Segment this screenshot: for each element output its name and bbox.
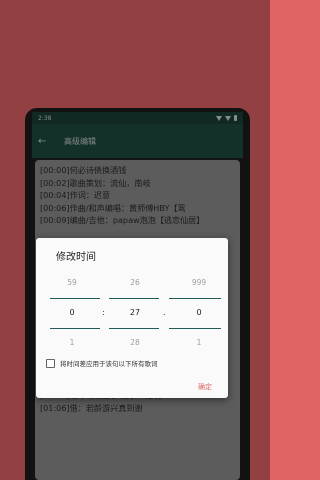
minute-picker[interactable]: 59 0 1: [52, 268, 92, 358]
dialog-title: 修改时间: [56, 252, 96, 263]
picker-separator: .: [163, 308, 166, 317]
picker-prev-value[interactable]: 999: [179, 268, 219, 298]
picker-selected-value[interactable]: 0: [52, 298, 92, 328]
picker-selected-value[interactable]: 27: [115, 298, 155, 328]
picker-next-value[interactable]: 1: [179, 328, 219, 358]
second-picker[interactable]: 26 27 28: [115, 268, 155, 358]
apply-below-checkbox[interactable]: [46, 358, 55, 368]
picker-next-value[interactable]: 28: [115, 328, 155, 358]
time-picker: 59 0 1 : 26 27 28 . 999 0 1: [36, 268, 228, 358]
millisecond-picker[interactable]: 999 0 1: [179, 268, 219, 358]
apply-below-label: 将时间差应用于该句以下所有歌词: [60, 360, 158, 368]
picker-selected-value[interactable]: 0: [179, 298, 219, 328]
confirm-button[interactable]: 确定: [198, 382, 212, 392]
edit-time-dialog: 修改时间 59 0 1 : 26 27 28 . 999 0 1 将时间差应用于…: [36, 238, 228, 398]
apply-below-option[interactable]: 将时间差应用于该句以下所有歌词: [46, 358, 158, 368]
picker-separator: :: [102, 308, 105, 317]
picker-prev-value[interactable]: 59: [52, 268, 92, 298]
picker-prev-value[interactable]: 26: [115, 268, 155, 298]
picker-next-value[interactable]: 1: [52, 328, 92, 358]
